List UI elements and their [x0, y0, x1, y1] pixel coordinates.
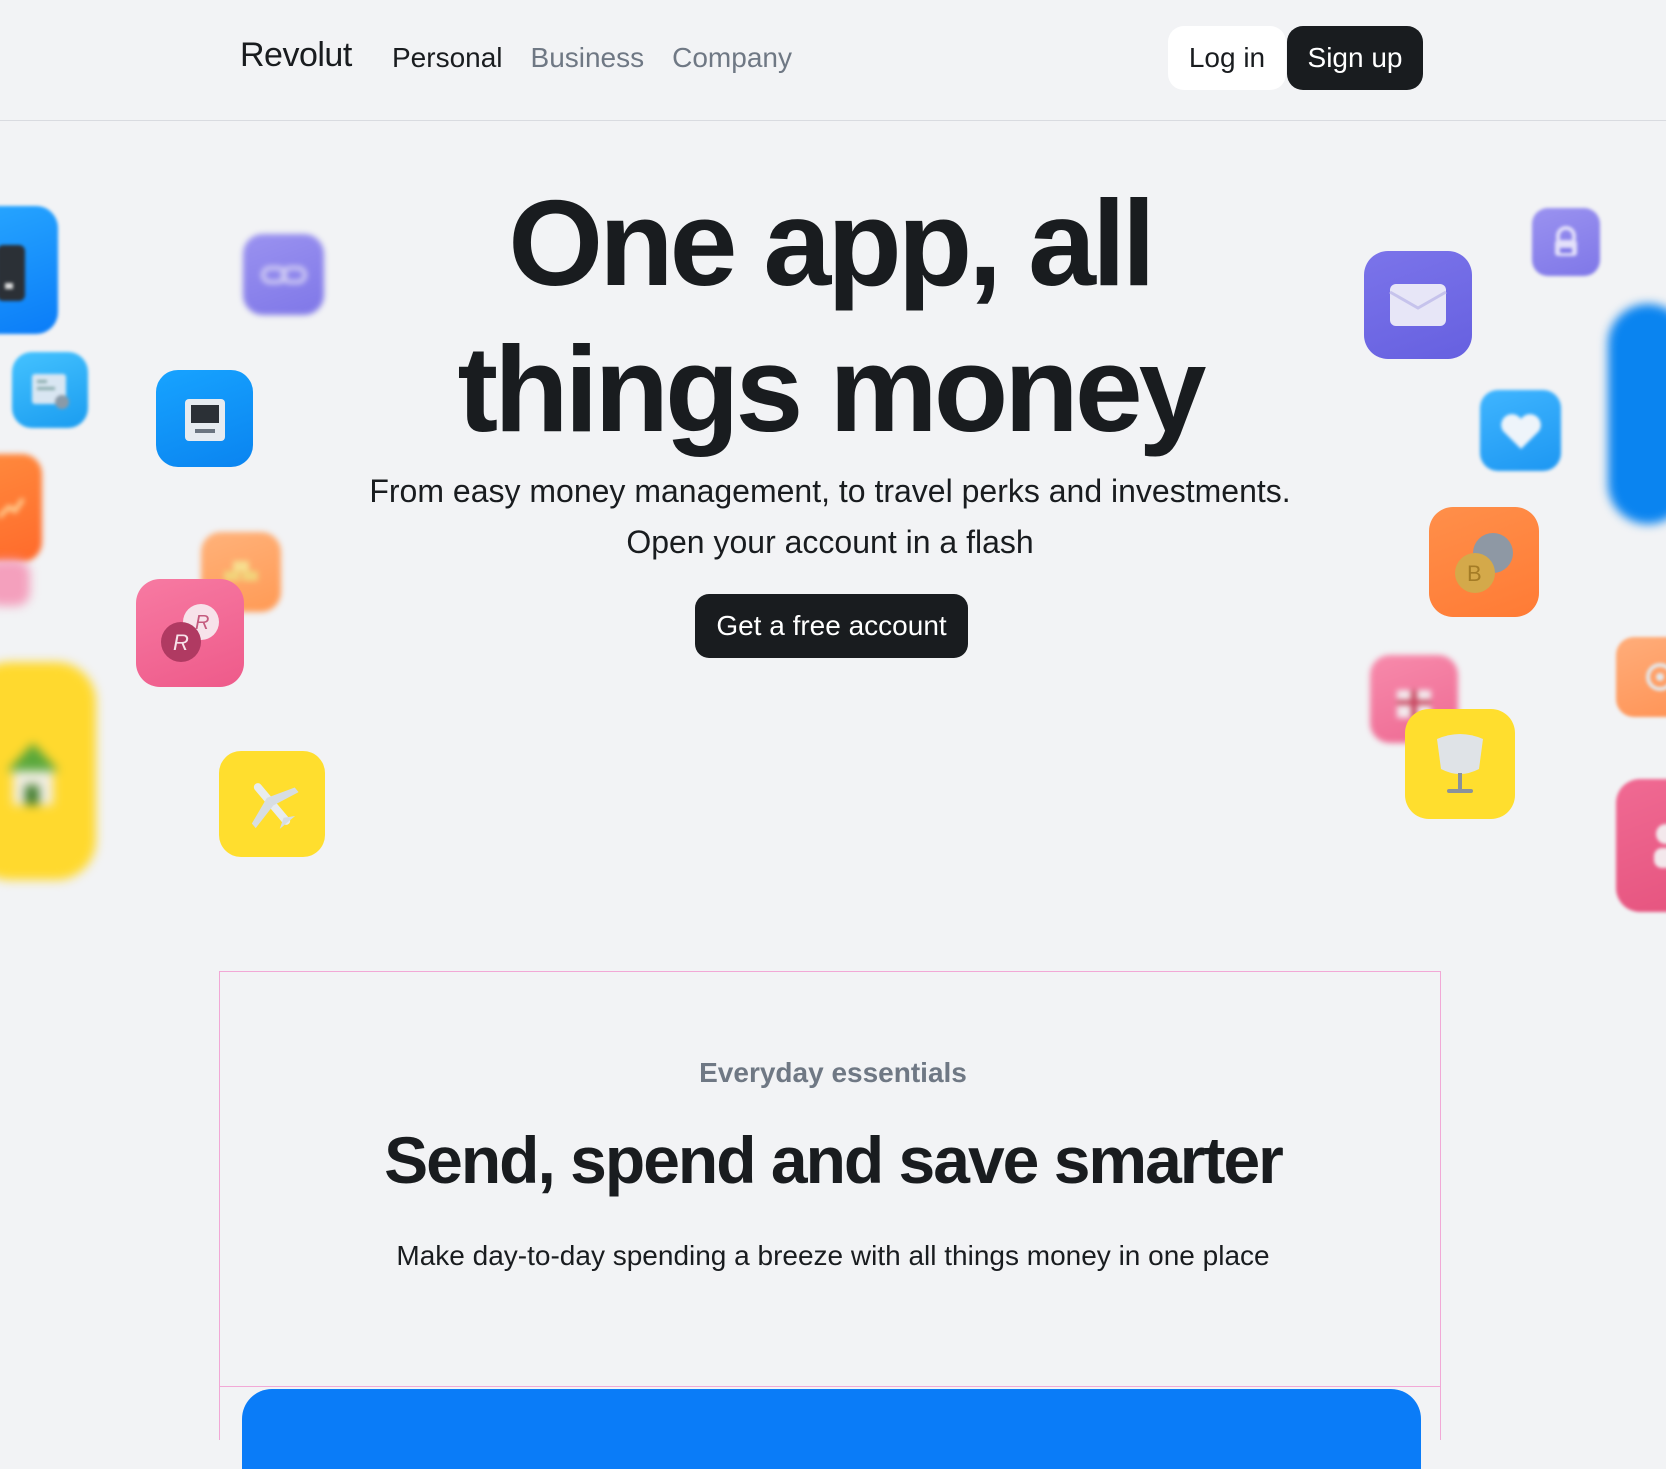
hero-subtitle-line-2: Open your account in a flash [626, 524, 1034, 560]
hero-title: One app, all things money [330, 170, 1330, 462]
envelope-icon [1364, 251, 1472, 359]
revolut-points-icon: RR [136, 579, 244, 687]
hero-title-line-1: One app, all [508, 175, 1155, 311]
document-icon [12, 352, 88, 428]
hero-title-line-2: things money [457, 321, 1206, 457]
signup-button[interactable]: Sign up [1287, 26, 1423, 90]
airplane-icon [219, 751, 325, 857]
section-subtitle: Make day-to-day spending a breeze with a… [396, 1240, 1270, 1271]
nav-company[interactable]: Company [672, 42, 792, 74]
get-free-account-button[interactable]: Get a free account [695, 594, 968, 658]
atm-icon [156, 370, 253, 467]
phone-icon [0, 206, 58, 334]
link-icon [243, 234, 324, 315]
main-nav: Personal Business Company [392, 42, 792, 74]
section-title: Send, spend and save smarter [384, 1123, 1284, 1197]
crypto-coins-icon: B [1429, 507, 1539, 617]
vault-icon [1616, 637, 1666, 717]
section-eyebrow: Everyday essentials [699, 1057, 967, 1088]
person-icon [1616, 779, 1666, 912]
house-icon [0, 662, 96, 880]
top-navigation: Revolut Personal Business Company Log in… [0, 0, 1666, 121]
person-icon [0, 560, 30, 606]
chair-icon [1405, 709, 1515, 819]
lock-icon [1532, 208, 1600, 276]
revolut-logo[interactable]: Revolut [240, 36, 352, 75]
heart-icon [1480, 390, 1561, 471]
nav-business[interactable]: Business [531, 42, 645, 74]
chart-icon [0, 454, 42, 562]
svg-text:B: B [1467, 561, 1482, 586]
feature-card[interactable] [242, 1389, 1421, 1469]
hero-subtitle-line-1: From easy money management, to travel pe… [369, 473, 1291, 509]
hero-subtitle: From easy money management, to travel pe… [300, 466, 1360, 568]
vault-icon [1608, 304, 1666, 524]
svg-text:R: R [173, 630, 189, 655]
nav-personal[interactable]: Personal [392, 42, 503, 74]
login-button[interactable]: Log in [1168, 26, 1286, 90]
